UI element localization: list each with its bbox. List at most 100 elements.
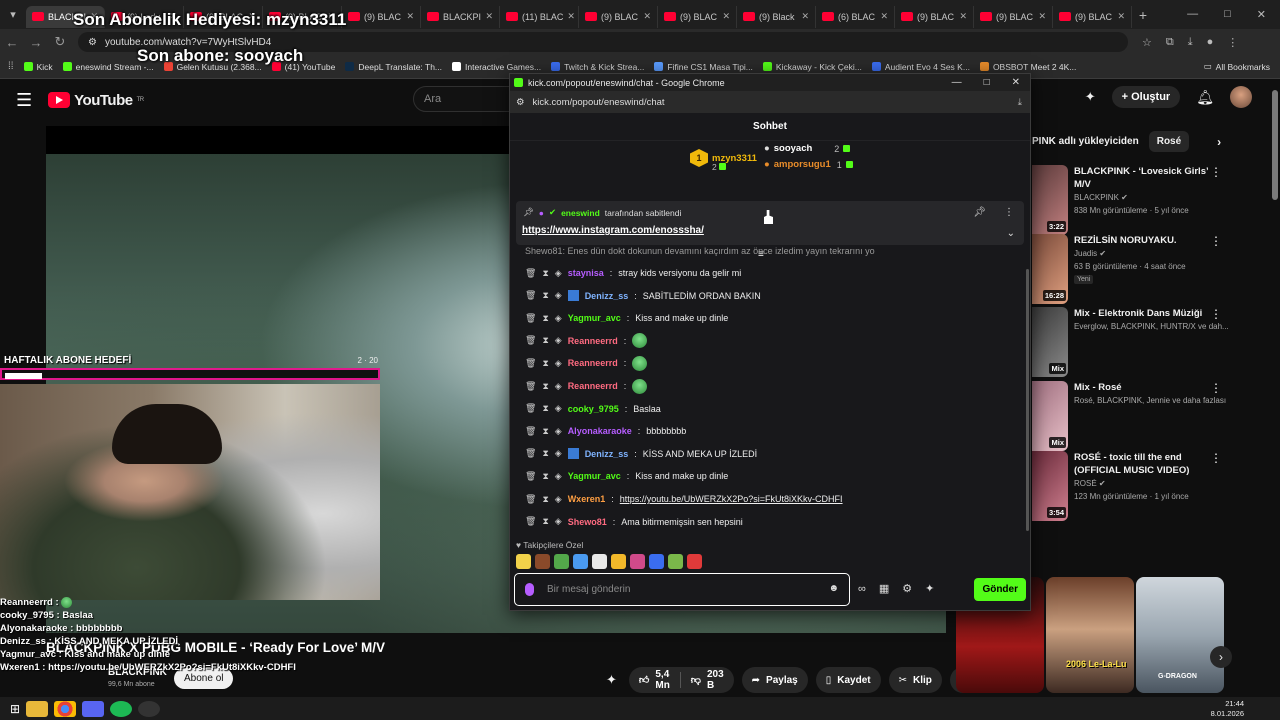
chat-message[interactable]: 🗑︎ ⧗ ◈ Denizz_ss: KİSS AND MEKA UP İZLEDİ [525, 446, 757, 462]
browser-tab[interactable]: (9) BLAC ✕ [342, 5, 421, 28]
timeout-icon[interactable]: ⧗ [542, 335, 548, 346]
close-tab-icon[interactable]: ✕ [880, 11, 888, 22]
delete-icon[interactable]: 🗑︎ [525, 358, 536, 369]
chevron-right-icon[interactable]: › [1217, 135, 1221, 149]
delete-icon[interactable]: 🗑︎ [525, 290, 536, 301]
forward-icon[interactable]: → [24, 35, 48, 50]
site-info-icon[interactable]: ⚙ [516, 97, 525, 108]
chat-username[interactable]: Wxeren1 [568, 494, 606, 504]
browser-tab[interactable]: (11) BLAC ✕ [500, 5, 579, 28]
chat-username[interactable]: Reanneerrd [568, 336, 618, 346]
video-thumbnail[interactable]: Mix [1032, 381, 1068, 451]
create-button[interactable]: + Oluştur [1111, 86, 1181, 108]
close-tab-icon[interactable]: ✕ [801, 11, 809, 22]
chat-username[interactable]: staynisa [568, 268, 604, 278]
emote-icon[interactable] [611, 554, 626, 569]
browser-tab[interactable]: BLACKPI ✕ [421, 5, 500, 28]
channel-name[interactable]: BLACKPINK [1074, 193, 1119, 202]
chat-username[interactable]: Denizz_ss [585, 291, 629, 301]
chat-message[interactable]: 🗑︎ ⧗ ◈ staynisa: stray kids versiyonu da gel… [525, 265, 741, 281]
chat-message[interactable]: 🗑︎ ⧗ ◈ Yagmur_avc: Kiss and make up dinle [525, 310, 728, 326]
emoji-icon[interactable]: ☻ [828, 583, 839, 594]
emote-icon[interactable] [592, 554, 607, 569]
chat-message[interactable]: 🗑︎ ⧗ ◈ Yagmur_avc: Kiss and make up dinle [525, 468, 728, 484]
obs-icon[interactable] [138, 700, 161, 717]
chat-username[interactable]: Alyonakaraoke [568, 426, 632, 436]
download-icon[interactable]: ⤓ [1188, 36, 1193, 49]
menu-icon[interactable]: ☰ [16, 90, 32, 111]
like-button[interactable]: 👍︎ 5,4 Mn 👎︎ 203 B [628, 667, 734, 693]
extensions-icon[interactable]: ⧉ [1166, 36, 1174, 49]
chat-message[interactable]: 🗑︎ ⧗ ◈ Reanneerrd: [525, 355, 648, 371]
close-tab-icon[interactable]: ✕ [1038, 11, 1046, 22]
timeout-icon[interactable]: ⧗ [542, 448, 548, 459]
video-title[interactable]: BLACKPINK - ‘Lovesick Girls’ M/V [1074, 165, 1214, 191]
reload-icon[interactable]: ↻ [48, 34, 72, 50]
delete-icon[interactable]: 🗑︎ [525, 313, 536, 324]
spotify-icon[interactable] [110, 700, 133, 717]
delete-icon[interactable]: 🗑︎ [525, 268, 536, 279]
emote-icon[interactable] [630, 554, 645, 569]
file-explorer-icon[interactable] [26, 700, 49, 717]
send-button[interactable]: Gönder [974, 578, 1026, 601]
cast-icon[interactable]: ✦ [1085, 89, 1096, 105]
bookmark-item[interactable]: Interactive Games... [452, 62, 541, 72]
chat-message[interactable]: 🗑︎ ⧗ ◈ Reanneerrd: [525, 378, 648, 394]
maximize-icon[interactable]: □ [984, 77, 990, 88]
close-icon[interactable]: ✕ [1012, 77, 1020, 88]
video-title[interactable]: Mix - Elektronik Dans Müziği [1074, 307, 1214, 320]
emote-icon[interactable] [535, 554, 550, 569]
close-tab-icon[interactable]: ✕ [643, 11, 651, 22]
video-thumbnail[interactable]: 3:54 [1032, 451, 1068, 521]
share-button[interactable]: ➦ Paylaş [741, 667, 808, 693]
timeout-icon[interactable]: ⧗ [542, 381, 548, 392]
close-tab-icon[interactable]: ✕ [1117, 11, 1125, 22]
recommendation-card[interactable]: 3:54 ROSÉ - toxic till the end (OFFICIAL … [1032, 451, 1232, 523]
emote-icon[interactable] [687, 554, 702, 569]
timeout-icon[interactable]: ⧗ [542, 268, 548, 279]
video-title[interactable]: Mix - Rosé [1074, 381, 1214, 394]
timeout-icon[interactable]: ⧗ [542, 426, 548, 437]
page-scrollbar[interactable] [1272, 90, 1278, 200]
settings-icon[interactable]: ⚙ [902, 582, 912, 595]
browser-tab[interactable]: (6) BLAC ✕ [816, 5, 895, 28]
timeout-icon[interactable]: ⧗ [542, 358, 548, 369]
chip-uploader[interactable]: PINK adlı yükleyiciden [1032, 136, 1139, 147]
emote-icon[interactable] [573, 554, 588, 569]
chat-username[interactable]: Reanneerrd [568, 381, 618, 391]
close-icon[interactable]: ✕ [1257, 8, 1266, 21]
video-thumbnail[interactable]: Mix [1032, 307, 1068, 377]
delete-icon[interactable]: 🗑︎ [525, 494, 536, 505]
top-gifter-2[interactable]: ● sooyach 2 [764, 143, 851, 154]
notifications-icon[interactable]: 🔔︎ [1196, 89, 1214, 106]
delete-icon[interactable]: 🗑︎ [525, 516, 536, 527]
bookmark-item[interactable]: Kickaway - Kick Çeki... [762, 62, 862, 72]
close-tab-icon[interactable]: ✕ [722, 11, 730, 22]
browser-tab[interactable]: (9) BLAC ✕ [1053, 5, 1132, 28]
timeout-icon[interactable]: ⧗ [542, 516, 548, 527]
chat-username[interactable]: Yagmur_avc [568, 471, 621, 481]
download-icon[interactable]: ⤓ [1018, 97, 1022, 108]
delete-icon[interactable]: 🗑︎ [525, 426, 536, 437]
minimize-icon[interactable]: — [952, 77, 962, 88]
recommendation-card[interactable]: Mix Mix - Elektronik Dans Müziği Everglow,… [1032, 307, 1232, 379]
save-button[interactable]: ▯ Kaydet [815, 667, 881, 693]
tab-search-icon[interactable]: ▾ [0, 8, 26, 21]
emote-icon[interactable] [516, 554, 531, 569]
close-tab-icon[interactable]: ✕ [485, 11, 493, 22]
timeout-icon[interactable]: ⧗ [542, 313, 548, 324]
video-title[interactable]: ROSÉ - toxic till the end (OFFICIAL MUSI… [1074, 451, 1214, 477]
close-tab-icon[interactable]: ✕ [959, 11, 967, 22]
discord-icon[interactable] [82, 700, 105, 717]
dislike-icon[interactable]: 👎︎ [691, 674, 701, 686]
youtube-logo[interactable]: YouTube TR [48, 92, 144, 109]
emote-icon[interactable] [554, 554, 569, 569]
more-icon[interactable]: ⋮ [1004, 207, 1014, 218]
windows-start-icon[interactable]: ⊞ [10, 702, 20, 716]
recommendation-card[interactable]: 16:28 REZİLSİN NORUYAKU. Juadis ✔ 63 B görü… [1032, 234, 1232, 306]
pinned-link[interactable]: https://www.instagram.com/enosssha/ [522, 225, 704, 236]
emote-icon[interactable] [649, 554, 664, 569]
more-icon[interactable]: ⋮ [1210, 165, 1222, 179]
system-clock[interactable]: 21:44 8.01.2026 [1211, 699, 1244, 719]
recommendation-card[interactable]: 3:22 BLACKPINK - ‘Lovesick Girls’ M/V BLAC… [1032, 165, 1232, 237]
